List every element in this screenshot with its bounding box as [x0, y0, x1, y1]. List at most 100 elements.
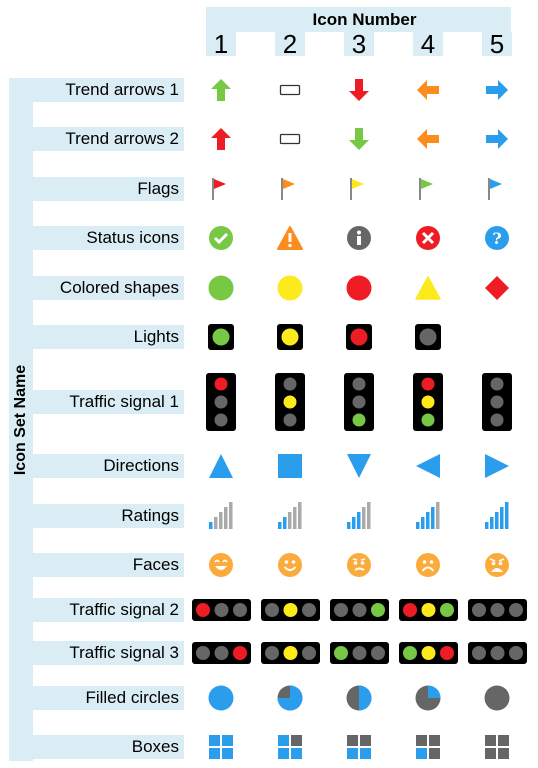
- triangle-left-blue-icon: [415, 453, 441, 479]
- row-label-band: Flags: [33, 177, 184, 201]
- face-smile-icon: [278, 553, 302, 577]
- signal-vertical-off-icon: [482, 373, 512, 431]
- row-label-band: Directions: [33, 454, 184, 478]
- boxes-4-of-4-icon: [209, 735, 233, 759]
- light-red-icon: [346, 324, 372, 350]
- row-label: Lights: [133, 327, 179, 346]
- signal-horizontal-yellow-icon: [260, 642, 320, 664]
- icon-number-3: 3: [344, 31, 374, 57]
- flat-rectangle-icon: [279, 128, 301, 150]
- arrow-left-orange-icon: [417, 128, 439, 150]
- signal-horizontal-off-icon: [467, 599, 527, 621]
- pie-three-quarters-icon: [277, 685, 303, 711]
- face-sad-icon: [416, 553, 440, 577]
- triangle-down-blue-icon: [346, 453, 372, 479]
- row-label: Directions: [103, 456, 179, 475]
- signal-vertical-red-icon: [206, 373, 236, 431]
- pie-half-icon: [346, 685, 372, 711]
- row-label: Filled circles: [85, 688, 179, 707]
- signal-vertical-all-icon: [413, 373, 443, 431]
- arrow-down-green-icon: [348, 128, 370, 150]
- flat-rectangle-icon: [279, 79, 301, 101]
- light-gray-icon: [415, 324, 441, 350]
- warning-triangle-orange-icon: [277, 226, 303, 250]
- signal-horizontal-green-icon: [329, 599, 389, 621]
- row-label-band: Traffic signal 3: [33, 641, 184, 665]
- triangle-right-blue-icon: [484, 453, 510, 479]
- face-worried-icon: [347, 553, 371, 577]
- row-label-band: Colored shapes: [33, 276, 184, 300]
- row-label-band: Filled circles: [33, 686, 184, 710]
- rating-2-of-5-icon: [277, 502, 303, 530]
- flag-red-icon: [210, 176, 232, 202]
- arrow-left-orange-icon: [417, 79, 439, 101]
- question-circle-blue-icon: ?: [485, 226, 509, 250]
- flag-yellow-icon: [348, 176, 370, 202]
- row-label-band: Trend arrows 1: [33, 78, 184, 102]
- circle-yellow-icon: [277, 275, 303, 301]
- row-label-band: Trend arrows 2: [33, 127, 184, 151]
- circle-red-icon: [346, 275, 372, 301]
- rating-4-of-5-icon: [415, 502, 441, 530]
- row-label-band: Lights: [33, 325, 184, 349]
- arrow-right-blue-icon: [486, 79, 508, 101]
- icon-number-1: 1: [206, 31, 236, 57]
- row-label-band: Ratings: [33, 504, 184, 528]
- row-label-band: Faces: [33, 553, 184, 577]
- arrow-up-green-icon: [210, 79, 232, 101]
- row-label: Traffic signal 2: [69, 600, 179, 619]
- row-label-band: Status icons: [33, 226, 184, 250]
- signal-horizontal-off-icon: [467, 642, 527, 664]
- triangle-yellow-icon: [415, 275, 441, 301]
- row-label-band: Traffic signal 2: [33, 598, 184, 622]
- row-label: Trend arrows 2: [65, 129, 179, 148]
- row-label: Trend arrows 1: [65, 80, 179, 99]
- row-label: Status icons: [86, 228, 179, 247]
- boxes-1-of-4-icon: [416, 735, 440, 759]
- arrow-right-blue-icon: [486, 128, 508, 150]
- icon-number-2: 2: [275, 31, 305, 57]
- signal-horizontal-all-reversed-icon: [398, 642, 458, 664]
- face-distressed-icon: [485, 553, 509, 577]
- svg-text:?: ?: [492, 229, 501, 248]
- pie-one-quarter-icon: [415, 685, 441, 711]
- circle-green-icon: [208, 275, 234, 301]
- flag-orange-icon: [279, 176, 301, 202]
- signal-vertical-yellow-icon: [275, 373, 305, 431]
- row-label: Flags: [137, 179, 179, 198]
- row-label: Colored shapes: [59, 278, 179, 297]
- signal-vertical-green-icon: [344, 373, 374, 431]
- row-label: Ratings: [121, 506, 179, 525]
- info-circle-gray-icon: [347, 226, 371, 250]
- flag-blue-icon: [486, 176, 508, 202]
- triangle-up-blue-icon: [208, 453, 234, 479]
- signal-horizontal-red-right-icon: [191, 642, 251, 664]
- icon-number-4: 4: [413, 31, 443, 57]
- row-label: Faces: [132, 555, 179, 574]
- face-grin-icon: [209, 553, 233, 577]
- row-label-band: Traffic signal 1: [33, 390, 184, 414]
- boxes-0-of-4-icon: [485, 735, 509, 759]
- x-circle-red-icon: [416, 226, 440, 250]
- signal-horizontal-all-icon: [398, 599, 458, 621]
- light-yellow-icon: [277, 324, 303, 350]
- arrow-up-red-icon: [210, 128, 232, 150]
- check-circle-green-icon: [209, 226, 233, 250]
- row-label: Traffic signal 3: [69, 643, 179, 662]
- icon-number-title: Icon Number: [312, 10, 417, 29]
- icon-set-name-label: Icon Set Name: [12, 364, 29, 476]
- arrow-down-red-icon: [348, 79, 370, 101]
- pie-empty-icon: [484, 685, 510, 711]
- icon-number-5: 5: [482, 31, 512, 57]
- light-green-icon: [208, 324, 234, 350]
- square-blue-icon: [277, 453, 303, 479]
- pie-full-icon: [208, 685, 234, 711]
- boxes-3-of-4-icon: [278, 735, 302, 759]
- rating-1-of-5-icon: [208, 502, 234, 530]
- rating-3-of-5-icon: [346, 502, 372, 530]
- flag-green-icon: [417, 176, 439, 202]
- rating-5-of-5-icon: [484, 502, 510, 530]
- row-label-band: Boxes: [33, 735, 184, 759]
- signal-horizontal-green-left-icon: [329, 642, 389, 664]
- row-label: Traffic signal 1: [69, 392, 179, 411]
